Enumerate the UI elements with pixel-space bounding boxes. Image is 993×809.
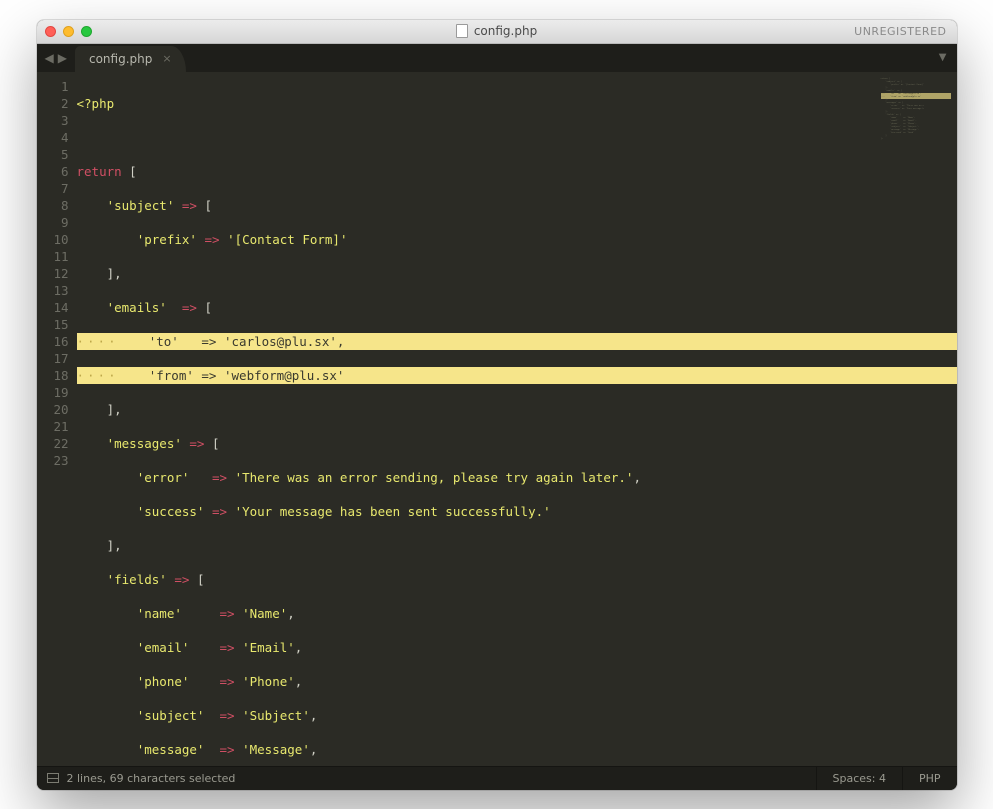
line-number-gutter: 1234567891011121314151617181920212223 xyxy=(37,72,77,766)
window-title-filename: config.php xyxy=(474,24,537,38)
selected-line-8: ···· 'to' => 'carlos@plu.sx', xyxy=(77,333,957,350)
file-icon xyxy=(456,24,468,38)
status-indentation[interactable]: Spaces: 4 xyxy=(816,767,902,790)
status-syntax[interactable]: PHP xyxy=(902,767,957,790)
status-bar: 2 lines, 69 characters selected Spaces: … xyxy=(37,766,957,790)
window-controls xyxy=(45,26,92,37)
status-selection: 2 lines, 69 characters selected xyxy=(67,772,236,785)
panel-toggle-icon[interactable] xyxy=(47,773,59,783)
editor-window: config.php UNREGISTERED ◀ ▶ config.php ×… xyxy=(37,20,957,790)
tab-bar: ◀ ▶ config.php × ▼ xyxy=(37,44,957,72)
code-open-tag: <?php xyxy=(77,96,115,111)
code-editor[interactable]: 1234567891011121314151617181920212223 <?… xyxy=(37,72,957,766)
minimize-window-button[interactable] xyxy=(63,26,74,37)
nav-forward-icon[interactable]: ▶ xyxy=(58,51,67,65)
registration-status: UNREGISTERED xyxy=(854,25,946,38)
selected-line-9: ···· 'from' => 'webform@plu.sx' xyxy=(77,367,957,384)
code-return: return xyxy=(77,164,122,179)
close-window-button[interactable] xyxy=(45,26,56,37)
tab-label: config.php xyxy=(89,52,152,66)
zoom-window-button[interactable] xyxy=(81,26,92,37)
tab-overflow-icon[interactable]: ▼ xyxy=(929,52,957,63)
code-content[interactable]: <?php return [ 'subject' => [ 'prefix' =… xyxy=(77,72,957,766)
close-tab-icon[interactable]: × xyxy=(162,52,171,65)
titlebar: config.php UNREGISTERED xyxy=(37,20,957,44)
tab-gutter xyxy=(186,44,929,72)
tab-config-php[interactable]: config.php × xyxy=(75,46,186,72)
window-title: config.php xyxy=(37,24,957,38)
nav-back-icon[interactable]: ◀ xyxy=(45,51,54,65)
